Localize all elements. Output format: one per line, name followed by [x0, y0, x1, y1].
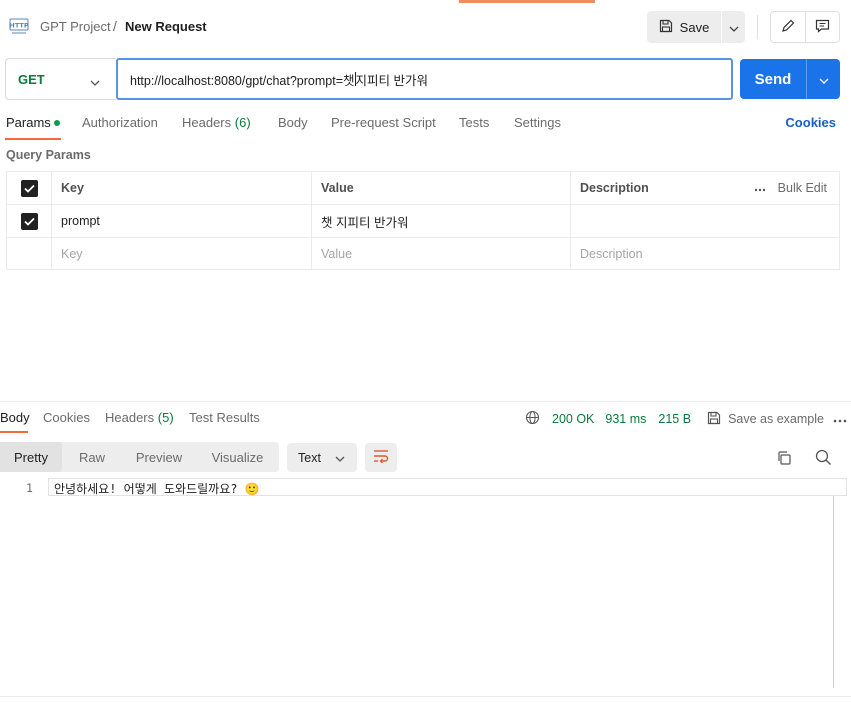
save-button-group: Save	[647, 11, 745, 43]
send-options-button[interactable]	[807, 59, 840, 99]
row-check-cell	[7, 205, 52, 237]
active-tab-underline	[0, 431, 28, 433]
request-tabs: Params Authorization Headers (6) Body Pr…	[0, 111, 851, 140]
request-title[interactable]: New Request	[125, 19, 207, 34]
response-headers-count: (5)	[157, 410, 174, 425]
select-all-checkbox[interactable]	[20, 179, 38, 197]
row-check-cell	[7, 238, 52, 269]
view-raw[interactable]: Raw	[62, 442, 122, 472]
description-header-label: Description	[580, 181, 649, 195]
chevron-down-icon	[819, 72, 829, 87]
table-header-row: Key Value Description Bulk Edit	[7, 172, 839, 205]
svg-text:HTTP: HTTP	[9, 22, 28, 30]
format-label: Text	[298, 450, 321, 465]
active-tab-underline	[5, 138, 61, 140]
response-body-line: 안녕하세요! 어떻게 도와드릴까요? 🙂	[54, 482, 260, 496]
bulk-edit-button[interactable]: Bulk Edit	[754, 181, 827, 195]
save-as-example-button[interactable]: Save as example	[707, 411, 824, 428]
save-button[interactable]: Save	[647, 11, 721, 43]
table-row: prompt 챗 지피티 반가워	[7, 205, 839, 238]
response-tab-headers[interactable]: Headers (5)	[105, 410, 174, 425]
line-number: 1	[26, 481, 33, 495]
new-value-input[interactable]: Value	[312, 238, 571, 269]
pencil-icon	[781, 19, 795, 36]
send-button[interactable]: Send	[740, 59, 806, 99]
chevron-down-icon	[90, 74, 100, 89]
column-header-value: Value	[312, 172, 571, 204]
response-time[interactable]: 931 ms	[605, 412, 646, 426]
tab-settings[interactable]: Settings	[514, 115, 561, 130]
save-icon	[707, 411, 721, 428]
headers-count: (6)	[234, 115, 251, 130]
view-pretty[interactable]: Pretty	[0, 442, 62, 472]
view-preview[interactable]: Preview	[122, 442, 196, 472]
param-key-field[interactable]: prompt	[52, 205, 312, 237]
response-view-selector: Pretty Raw Preview Visualize	[0, 442, 279, 472]
response-tabs: Body Cookies Headers (5) Test Results 20…	[0, 402, 851, 433]
side-actions	[770, 11, 840, 43]
new-description-input[interactable]: Description	[571, 238, 839, 269]
tab-tests[interactable]: Tests	[459, 115, 489, 130]
copy-icon[interactable]	[776, 450, 792, 469]
column-header-key: Key	[52, 172, 312, 204]
request-header: HTTP GPT Project / New Request Save	[0, 0, 851, 52]
response-meta: 200 OK 931 ms 215 B Save as example	[525, 410, 847, 428]
response-tab-test-results[interactable]: Test Results	[189, 410, 260, 425]
response-tab-cookies[interactable]: Cookies	[43, 410, 90, 425]
comments-button[interactable]	[805, 12, 839, 42]
save-options-button[interactable]	[722, 11, 745, 43]
column-header-description: Description Bulk Edit	[571, 172, 839, 204]
param-description-field[interactable]	[571, 205, 839, 237]
scrollbar[interactable]	[833, 496, 834, 688]
response-body-editor[interactable]: 1 안녕하세요! 어떻게 도와드릴까요? 🙂	[0, 478, 851, 690]
divider	[0, 696, 851, 697]
query-params-table: Key Value Description Bulk Edit prompt 챗…	[6, 171, 840, 270]
edit-button[interactable]	[771, 12, 805, 42]
breadcrumb-collection[interactable]: GPT Project	[40, 19, 111, 34]
tab-params-label: Params	[6, 115, 51, 130]
url-input[interactable]: http://localhost:8080/gpt/chat?prompt=챗 지…	[116, 58, 733, 100]
chevron-down-icon	[729, 20, 739, 35]
save-label: Save	[679, 19, 710, 35]
http-icon: HTTP	[9, 17, 29, 35]
status-code[interactable]: 200 OK	[552, 412, 594, 426]
param-enabled-checkbox[interactable]	[20, 212, 38, 230]
send-button-group: Send	[740, 59, 840, 99]
format-select[interactable]: Text	[287, 443, 357, 472]
tab-headers-label: Headers	[182, 115, 232, 130]
method-select[interactable]: GET	[5, 58, 116, 100]
save-icon	[659, 19, 673, 36]
new-key-input[interactable]: Key	[52, 238, 312, 269]
more-icon	[754, 181, 766, 195]
divider	[757, 15, 758, 39]
breadcrumb-separator: /	[113, 18, 117, 34]
tab-pre-request-script[interactable]: Pre-request Script	[331, 115, 436, 130]
response-tab-body[interactable]: Body	[0, 410, 30, 425]
view-visualize[interactable]: Visualize	[196, 442, 279, 472]
url-text-before-cursor: http://localhost:8080/gpt/chat?prompt=챗	[130, 73, 355, 88]
method-label: GET	[18, 71, 45, 87]
globe-icon[interactable]	[525, 410, 540, 428]
table-row-empty: Key Value Description	[7, 238, 839, 269]
wrap-lines-icon	[373, 449, 389, 466]
more-options-icon[interactable]	[833, 412, 847, 426]
tab-body[interactable]: Body	[278, 115, 308, 130]
bulk-edit-label: Bulk Edit	[777, 181, 827, 195]
select-all-cell	[7, 172, 52, 204]
save-as-example-label: Save as example	[728, 412, 824, 426]
url-text-after-cursor: 지피티 반가워	[355, 73, 428, 88]
search-icon[interactable]	[815, 449, 832, 469]
response-headers-label: Headers	[105, 410, 155, 425]
tab-headers[interactable]: Headers (6)	[182, 115, 251, 130]
tab-params[interactable]: Params	[6, 115, 60, 130]
query-params-title: Query Params	[6, 148, 91, 162]
wrap-lines-button[interactable]	[365, 443, 397, 472]
param-value-field[interactable]: 챗 지피티 반가워	[312, 205, 571, 237]
response-size[interactable]: 215 B	[658, 412, 691, 426]
chevron-down-icon	[335, 451, 345, 465]
params-active-dot	[53, 119, 60, 126]
cookies-link[interactable]: Cookies	[785, 115, 836, 130]
comment-icon	[815, 19, 830, 36]
tab-authorization[interactable]: Authorization	[82, 115, 158, 130]
